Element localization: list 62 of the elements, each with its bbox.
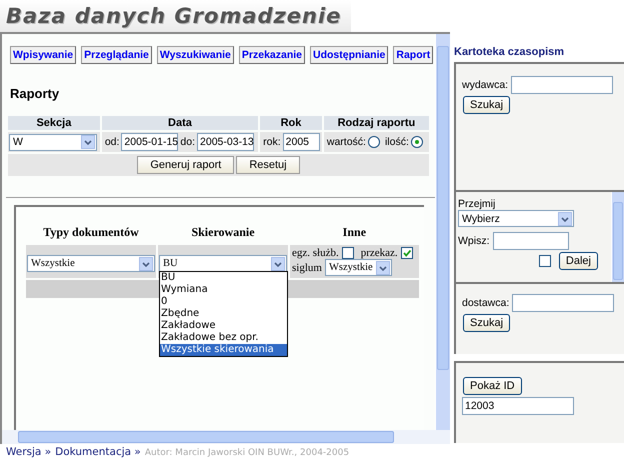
link[interactable]: Wersja »	[6, 446, 52, 458]
checkbox[interactable]	[538, 255, 551, 267]
column-header: Inne	[342, 224, 368, 241]
field-label: od:	[104, 136, 120, 148]
dropdown-option[interactable]: Zakładowe	[160, 320, 287, 332]
input-field[interactable]: 2005-01-15	[121, 133, 178, 151]
field-label: siglum	[292, 262, 322, 274]
field-label: Wpisz:	[458, 235, 490, 247]
vertical-scrollbar[interactable]	[435, 34, 450, 430]
column-header: Rodzaj raportu	[324, 116, 429, 130]
input-field[interactable]	[511, 76, 614, 94]
button[interactable]: Dalej	[558, 252, 598, 270]
input-field[interactable]	[492, 232, 568, 250]
column-header: Sekcja	[8, 116, 100, 130]
checkbox-label: egz. służb.	[292, 247, 339, 259]
dropdown[interactable]: BU	[159, 255, 287, 272]
dropdown-option[interactable]: BU	[160, 272, 287, 284]
dropdown-option[interactable]: Wszystkie skierowania	[160, 344, 287, 356]
tab[interactable]: Udostępnianie	[310, 46, 388, 64]
horizontal-scrollbar[interactable]	[2, 430, 450, 444]
tab[interactable]: Raport	[393, 46, 434, 64]
dropdown-option[interactable]: Zbędne	[160, 308, 287, 320]
input-field[interactable]: 2005-03-13	[197, 133, 254, 151]
column-header: Typy dokumentów	[42, 224, 140, 241]
dropdown[interactable]: Wszystkie	[27, 255, 155, 272]
radio-label: ilość:	[384, 136, 409, 148]
vertical-scrollbar[interactable]	[611, 192, 624, 282]
input-field[interactable]: 12003	[462, 397, 574, 415]
tab[interactable]: Przekazanie	[238, 46, 306, 64]
dropdown-option[interactable]: Zakładowe bez opr.	[160, 332, 287, 344]
input-field[interactable]: 2005	[282, 133, 320, 151]
field-label: do:	[180, 136, 196, 148]
credit-text: Autor: Marcin Jaworski OIN BUWr., 2004-2005	[144, 448, 350, 458]
tab[interactable]: Przeglądanie	[81, 46, 152, 64]
checkbox-label: przekaz.	[360, 247, 398, 259]
checkbox[interactable]	[342, 247, 354, 259]
dropdown-option[interactable]: 0	[160, 296, 287, 308]
field-label: rok:	[263, 136, 281, 148]
button[interactable]: Resetuj	[236, 156, 300, 174]
tab[interactable]: Wpisywanie	[10, 46, 76, 64]
radio-button[interactable]	[410, 136, 423, 148]
column-header: Skierowanie	[190, 224, 256, 241]
dropdown[interactable]: Wszystkie	[324, 259, 392, 276]
link[interactable]: Dokumentacja »	[55, 446, 141, 458]
radio-button[interactable]	[368, 136, 380, 148]
button[interactable]: Generuj raport	[137, 156, 234, 174]
button[interactable]: Szukaj	[463, 96, 510, 114]
dropdown[interactable]: Wybierz	[458, 210, 574, 227]
checkbox[interactable]	[400, 247, 413, 259]
page-heading: Raporty	[10, 86, 60, 101]
button[interactable]: Pokaż ID	[463, 377, 522, 395]
button[interactable]: Szukaj	[463, 314, 510, 332]
field-label: wydawca:	[462, 79, 508, 91]
radio-label: wartość:	[326, 136, 366, 148]
tab[interactable]: Wyszukiwanie	[156, 46, 234, 64]
field-label: Przejmij	[458, 198, 496, 210]
dropdown[interactable]: W	[9, 134, 97, 150]
sidebar-title: Kartoteka czasopism	[453, 45, 566, 60]
field-label: dostawca:	[462, 297, 510, 309]
column-header: Data	[102, 116, 258, 130]
column-header: Rok	[260, 116, 322, 130]
input-field[interactable]	[512, 294, 614, 312]
